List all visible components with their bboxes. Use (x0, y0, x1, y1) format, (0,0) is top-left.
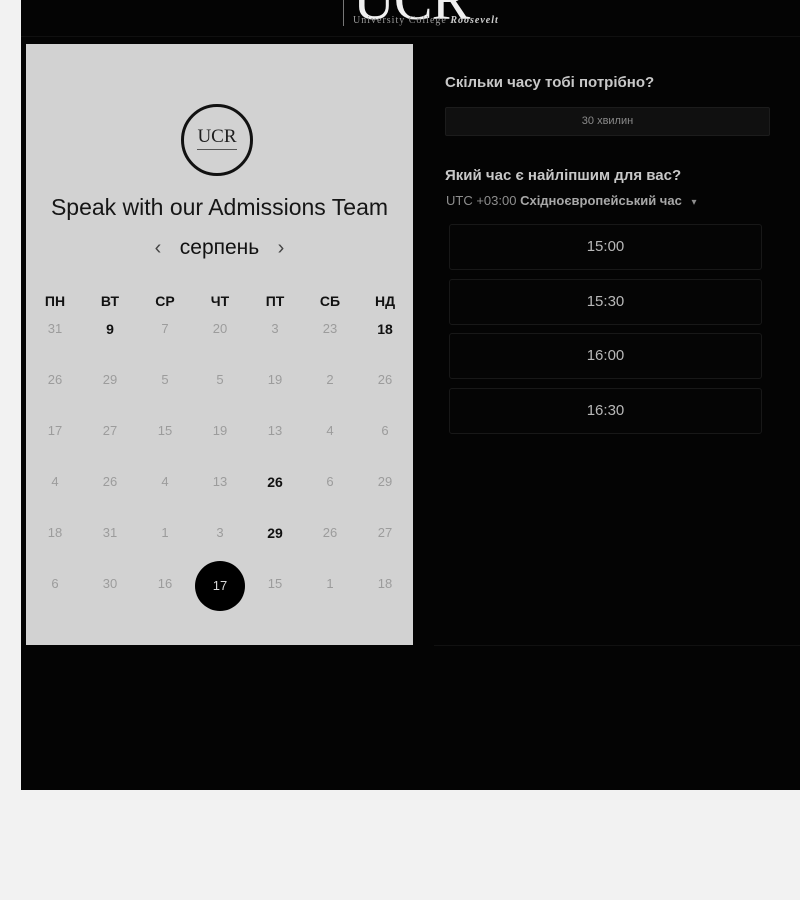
calendar-day: 1 (161, 525, 169, 540)
weekday-label: ПТ (265, 293, 285, 309)
calendar-day: 13 (212, 474, 228, 489)
time-slot-button[interactable]: 15:30 (449, 279, 762, 325)
calendar-day: 1 (326, 576, 334, 591)
time-slot-button[interactable]: 16:00 (449, 333, 762, 379)
weekday-label: ПН (44, 293, 66, 309)
next-month-button[interactable]: › (264, 237, 299, 260)
calendar-day: 30 (102, 576, 118, 591)
calendar-day-available[interactable]: 18 (365, 319, 405, 339)
calendar-day: 19 (267, 372, 283, 387)
calendar-day: 5 (161, 372, 169, 387)
calendar-day: 18 (47, 525, 63, 540)
calendar-day: 27 (377, 525, 393, 540)
calendar-day: 26 (102, 474, 118, 489)
calendar-day: 7 (161, 321, 169, 336)
duration-question: Скільки часу тобі потрібно? (445, 74, 655, 91)
timezone-offset: UTC +03:00 (446, 193, 517, 208)
header-logo-subtitle: University College Roosevelt (353, 15, 499, 26)
calendar-day: 29 (102, 372, 118, 387)
weekday-label: СР (155, 293, 175, 309)
time-question: Який час є найліпшим для вас? (445, 167, 682, 184)
calendar-day: 26 (377, 372, 393, 387)
calendar-day-selected[interactable]: 17 (195, 561, 245, 611)
calendar-day: 26 (47, 372, 63, 387)
calendar-day: 27 (102, 423, 118, 438)
month-navigation: ‹ серпень › (26, 236, 413, 260)
calendar-day: 31 (102, 525, 118, 540)
weekday-label: НД (374, 293, 396, 309)
calendar-day: 15 (157, 423, 173, 438)
calendar-day: 6 (51, 576, 59, 591)
chevron-down-icon: ▾ (691, 197, 697, 208)
timezone-name: Східноєвропейський час (520, 193, 682, 208)
calendar-day: 13 (267, 423, 283, 438)
header-logo: UCR University College Roosevelt (321, 0, 531, 30)
weekday-header: ПН ВТ СР ЧТ ПТ СБ НД (26, 293, 413, 309)
calendar-day: 18 (377, 576, 393, 591)
ucr-logo: UCR (181, 104, 253, 176)
calendar-day: 23 (322, 321, 338, 336)
calendar-day: 15 (267, 576, 283, 591)
calendar-day-available[interactable]: 26 (255, 472, 295, 492)
header-divider (21, 36, 800, 37)
prev-month-button[interactable]: ‹ (141, 237, 176, 260)
calendar-day: 26 (322, 525, 338, 540)
calendar-day: 4 (161, 474, 169, 489)
calendar-day: 4 (51, 474, 59, 489)
calendar-day: 3 (271, 321, 279, 336)
calendar-day: 6 (326, 474, 334, 489)
calendar-panel: UCR Speak with our Admissions Team ‹ сер… (26, 44, 413, 645)
calendar-day: 16 (157, 576, 173, 591)
ucr-logo-underline (197, 149, 237, 150)
time-slot-button[interactable]: 16:30 (449, 388, 762, 434)
calendar-day: 20 (212, 321, 228, 336)
weekday-label: ЧТ (210, 293, 230, 309)
calendar-day: 29 (377, 474, 393, 489)
calendar-day: 19 (212, 423, 228, 438)
calendar-day: 5 (216, 372, 224, 387)
calendar-day: 6 (381, 423, 389, 438)
content-divider (434, 645, 800, 646)
ucr-logo-text: UCR (197, 126, 237, 147)
weekday-label: ВТ (100, 293, 120, 309)
calendar-day: 31 (47, 321, 63, 336)
timezone-select[interactable]: UTC +03:00 Східноєвропейський час ▾ (446, 193, 696, 208)
calendar-day-available[interactable]: 29 (255, 523, 295, 543)
month-label: серпень (179, 236, 260, 259)
calendar-day: 4 (326, 423, 334, 438)
duration-select[interactable]: 30 хвилин (445, 107, 770, 136)
panel-title: Speak with our Admissions Team (50, 194, 389, 220)
tower-icon (343, 0, 350, 26)
calendar-day: 2 (326, 372, 334, 387)
calendar-day-available[interactable]: 9 (90, 319, 130, 339)
calendar-day: 3 (216, 525, 224, 540)
calendar-day: 17 (47, 423, 63, 438)
weekday-label: СБ (319, 293, 341, 309)
time-slot-button[interactable]: 15:00 (449, 224, 762, 270)
